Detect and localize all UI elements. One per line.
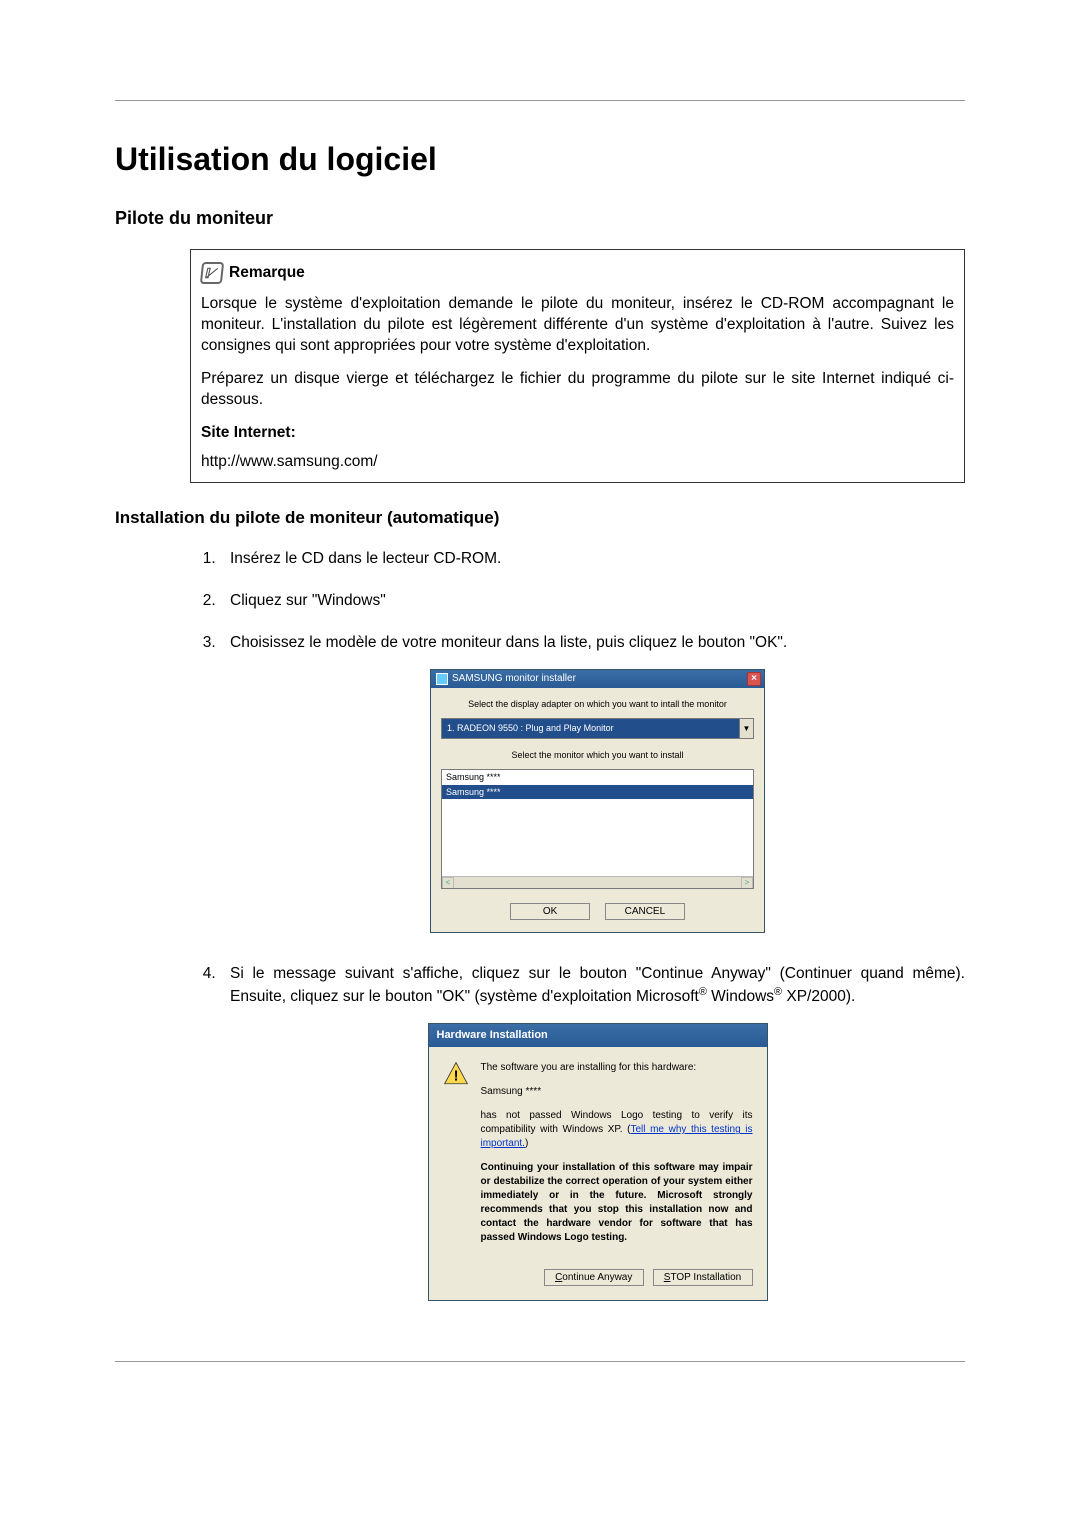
horizontal-scrollbar[interactable]: < >: [442, 876, 753, 888]
hw-bold-warning: Continuing your installation of this sof…: [481, 1161, 753, 1245]
warning-icon: !: [443, 1061, 469, 1087]
step-1: Insérez le CD dans le lecteur CD-ROM.: [220, 548, 965, 570]
hardware-installation-dialog: Hardware Installation ! The software you…: [428, 1023, 768, 1301]
step-4: Si le message suivant s'affiche, cliquez…: [220, 963, 965, 1301]
chevron-down-icon[interactable]: ▼: [740, 718, 754, 739]
hw-line3: has not passed Windows Logo testing to v…: [481, 1109, 753, 1151]
section-driver-heading: Pilote du moniteur: [115, 208, 965, 229]
dialog-titlebar: SAMSUNG monitor installer ×: [431, 670, 764, 688]
scroll-right-icon[interactable]: >: [741, 877, 753, 889]
section-install-heading: Installation du pilote de moniteur (auto…: [115, 508, 965, 528]
dialog-titlebar: Hardware Installation: [429, 1024, 767, 1047]
scroll-left-icon[interactable]: <: [442, 877, 454, 889]
dialog-title: SAMSUNG monitor installer: [452, 672, 576, 686]
samsung-installer-dialog: SAMSUNG monitor installer × Select the d…: [430, 669, 765, 934]
adapter-selected: 1. RADEON 9550 : Plug and Play Monitor: [441, 718, 740, 739]
note-label: Remarque: [229, 263, 305, 284]
stop-installation-button[interactable]: STOP Installation: [653, 1269, 753, 1286]
adapter-label: Select the display adapter on which you …: [441, 698, 754, 711]
step-3: Choisissez le modèle de votre moniteur d…: [220, 632, 965, 933]
note-box: Remarque Lorsque le système d'exploitati…: [190, 249, 965, 483]
note-paragraph-1: Lorsque le système d'exploitation demand…: [201, 294, 954, 357]
monitor-label: Select the monitor which you want to ins…: [441, 749, 754, 762]
monitor-listbox[interactable]: Samsung **** Samsung **** < >: [441, 769, 754, 889]
page-title: Utilisation du logiciel: [115, 141, 965, 178]
svg-text:!: !: [453, 1069, 458, 1085]
note-icon: [200, 262, 224, 284]
note-site-label: Site Internet:: [201, 424, 296, 441]
note-paragraph-2: Préparez un disque vierge et téléchargez…: [201, 369, 954, 411]
continue-anyway-button[interactable]: Continue Anyway: [544, 1269, 644, 1286]
list-item[interactable]: Samsung ****: [442, 785, 753, 800]
hw-line2: Samsung ****: [481, 1085, 753, 1099]
ok-button[interactable]: OK: [510, 903, 590, 920]
list-item[interactable]: Samsung ****: [442, 770, 753, 785]
step-2: Cliquez sur "Windows": [220, 590, 965, 612]
app-icon: [436, 673, 448, 685]
adapter-dropdown[interactable]: 1. RADEON 9550 : Plug and Play Monitor ▼: [441, 718, 754, 739]
close-icon[interactable]: ×: [747, 672, 761, 686]
hw-line1: The software you are installing for this…: [481, 1061, 753, 1075]
cancel-button[interactable]: CANCEL: [605, 903, 685, 920]
note-site-url: http://www.samsung.com/: [201, 452, 954, 473]
